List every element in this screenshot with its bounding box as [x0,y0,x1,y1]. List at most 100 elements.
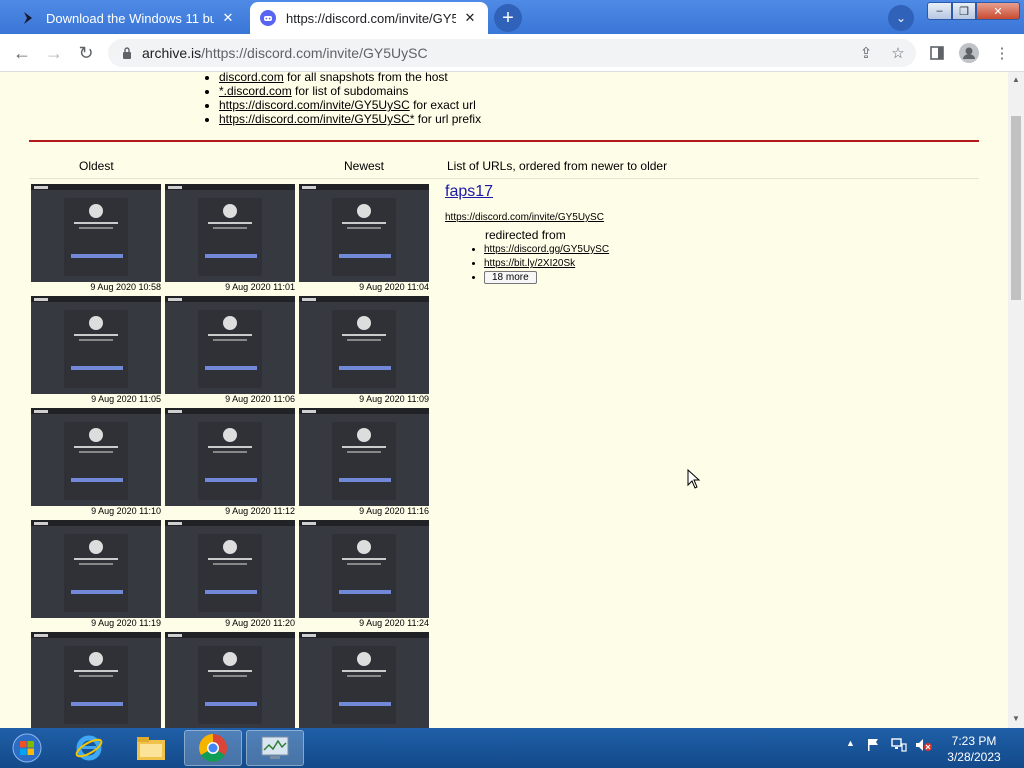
redirect-link[interactable]: https://discord.gg/GY5UySC [484,244,609,255]
taskbar-ie[interactable] [60,730,118,766]
list-item: https://bit.ly/2XI20Sk [484,257,609,271]
back-arrow-icon[interactable]: ← [10,41,34,65]
minimize-button[interactable]: – [927,2,952,20]
snapshot-thumbnail[interactable] [299,520,429,618]
snapshot-thumbnail[interactable] [31,408,161,506]
result-title-link[interactable]: faps17 [445,183,493,201]
snapshot-thumbnail[interactable] [299,408,429,506]
list-item: https://discord.com/invite/GY5UySC* for … [219,112,481,126]
snapshot-timestamp[interactable]: 9 Aug 2020 11:04 [299,282,429,292]
page-viewport: discord.com for all snapshots from the h… [0,72,1008,728]
chevron-down-icon[interactable]: ⌄ [888,5,914,31]
close-icon[interactable]: ✕ [220,10,236,26]
profile-avatar-icon[interactable] [958,42,980,64]
column-header-newest: Newest [344,159,385,173]
menu-dots-icon[interactable]: ⋮ [991,42,1013,64]
divider [29,178,979,179]
clock-date: 3/28/2023 [947,750,1001,764]
redirect-link[interactable]: https://bit.ly/2XI20Sk [484,258,575,269]
network-icon[interactable] [891,738,907,755]
performance-monitor-icon [261,736,289,759]
forward-arrow-icon[interactable]: → [42,41,66,65]
host-desc: for url prefix [414,112,482,126]
hosts-list: discord.com for all snapshots from the h… [203,72,481,126]
browser-toolbar: ← → ↻ archive.is/https://discord.com/inv… [0,34,1024,72]
host-link[interactable]: discord.com [219,72,284,84]
system-clock[interactable]: 7:23 PM 3/28/2023 [944,733,1004,765]
snapshot-thumbnail[interactable] [165,408,295,506]
host-desc: for list of subdomains [291,84,409,98]
snapshot-timestamp[interactable]: 9 Aug 2020 11:19 [31,618,161,628]
internet-explorer-icon [75,735,103,761]
taskbar-chrome[interactable] [184,730,242,766]
tab-title: https://discord.com/invite/GY5Uy [286,10,456,26]
taskbar-monitor[interactable] [246,730,304,766]
result-url-link[interactable]: https://discord.com/invite/GY5UySC [445,212,604,223]
divider [29,140,979,142]
share-icon[interactable]: ⇪ [855,42,877,64]
snapshot-thumbnail[interactable] [31,632,161,728]
new-tab-button[interactable]: + [494,4,522,32]
snapshot-thumbnail[interactable] [165,520,295,618]
url-prefix-link[interactable]: https://discord.com/invite/GY5UySC* [219,112,414,126]
snapshot-timestamp[interactable]: 9 Aug 2020 11:06 [165,394,295,404]
host-desc: for exact url [409,98,476,112]
clock-time: 7:23 PM [951,734,997,748]
column-header-url-list: List of URLs, ordered from newer to olde… [447,159,668,173]
snapshot-thumbnail[interactable] [165,296,295,394]
star-icon[interactable]: ☆ [887,42,909,64]
reload-icon[interactable]: ↻ [74,41,98,65]
tab-discord[interactable]: https://discord.com/invite/GY5Uy ✕ [250,2,488,34]
subdomains-link[interactable]: *.discord.com [219,84,292,98]
snapshot-timestamp[interactable]: 9 Aug 2020 11:01 [165,282,295,292]
maximize-button[interactable]: ❐ [952,2,976,20]
list-item: discord.com for all snapshots from the h… [219,72,481,84]
snapshot-thumbnail[interactable] [165,184,295,282]
list-item: 18 more [484,271,609,285]
tab-windows11[interactable]: Download the Windows 11 build ✕ [10,2,246,34]
snapshot-timestamp[interactable]: 9 Aug 2020 11:09 [299,394,429,404]
dark-arrow-icon [20,10,36,26]
snapshot-timestamp[interactable]: 9 Aug 2020 11:05 [31,394,161,404]
windows-logo-icon [12,733,42,763]
action-center-flag-icon[interactable] [866,738,880,755]
more-redirects-button[interactable]: 18 more [484,271,537,284]
snapshot-thumbnail[interactable] [31,520,161,618]
snapshot-timestamp[interactable]: 9 Aug 2020 10:58 [31,282,161,292]
snapshot-thumbnail[interactable] [299,296,429,394]
scrollbar-thumb[interactable] [1011,116,1021,300]
taskbar-explorer[interactable] [122,730,180,766]
snapshot-timestamp[interactable]: 9 Aug 2020 11:24 [299,618,429,628]
snapshot-thumbnail[interactable] [165,632,295,728]
scroll-up-icon[interactable]: ▲ [1012,75,1020,84]
chrome-icon [199,734,227,762]
host-desc: for all snapshots from the host [283,72,448,84]
folder-icon [137,737,165,760]
snapshot-thumbnail[interactable] [31,296,161,394]
snapshot-thumbnail[interactable] [299,632,429,728]
tray-chevron-icon[interactable]: ▲ [846,738,855,748]
list-item: https://discord.gg/GY5UySC [484,243,609,257]
snapshot-timestamp[interactable]: 9 Aug 2020 11:20 [165,618,295,628]
side-panel-icon[interactable] [926,42,948,64]
snapshot-timestamp[interactable]: 9 Aug 2020 11:16 [299,506,429,516]
snapshot-thumbnail[interactable] [31,184,161,282]
list-item: *.discord.com for list of subdomains [219,84,481,98]
lock-icon [120,46,134,60]
column-header-oldest: Oldest [79,159,114,173]
close-icon[interactable]: ✕ [462,10,478,26]
snapshot-timestamp[interactable]: 9 Aug 2020 11:10 [31,506,161,516]
exact-url-link[interactable]: https://discord.com/invite/GY5UySC [219,98,410,112]
list-item: https://discord.com/invite/GY5UySC for e… [219,98,481,112]
address-path: /https://discord.com/invite/GY5UySC [201,45,428,61]
start-button[interactable] [8,732,46,764]
volume-muted-icon[interactable] [915,738,933,755]
snapshot-thumbnail[interactable] [299,184,429,282]
close-window-button[interactable]: ✕ [976,2,1020,20]
vertical-scrollbar[interactable]: ▲ ▼ [1008,72,1024,728]
discord-icon [260,10,276,26]
address-bar[interactable]: archive.is/https://discord.com/invite/GY… [108,39,916,67]
snapshot-timestamp[interactable]: 9 Aug 2020 11:12 [165,506,295,516]
scroll-down-icon[interactable]: ▼ [1012,714,1020,723]
tab-title: Download the Windows 11 build [46,10,214,26]
